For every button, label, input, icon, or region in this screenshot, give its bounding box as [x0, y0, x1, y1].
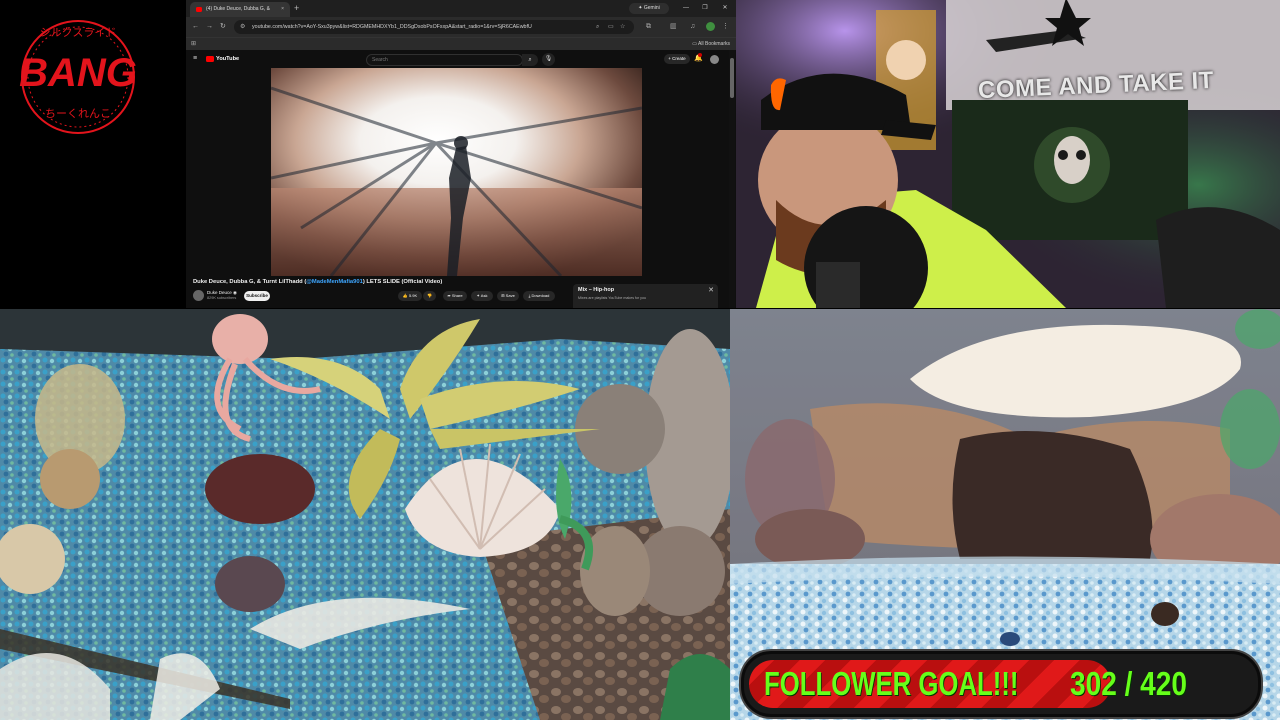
- logo-text: BANG: [19, 51, 137, 95]
- zoom-icon[interactable]: ⌕: [596, 20, 599, 34]
- download-button[interactable]: ⤓ Download: [523, 291, 555, 301]
- mix-title: Mix – Hip-hop: [578, 287, 615, 293]
- logo-ring-bottom: ちーくれんこ: [45, 107, 111, 120]
- logo-panel: シルクスライド BANG ちーくれんこ: [0, 0, 186, 308]
- apps-grid-icon[interactable]: ⊞: [191, 38, 196, 50]
- browser-menu-icon[interactable]: ⋮: [722, 21, 729, 33]
- mix-subtitle: Mixes are playlists YouTube makes for yo…: [578, 296, 646, 300]
- download-label: Download: [531, 293, 550, 298]
- media-icon[interactable]: ♫: [690, 21, 695, 33]
- mix-playlist-panel[interactable]: Mix – Hip-hop Mixes are playlists YouTub…: [573, 284, 718, 308]
- sidebar-icon[interactable]: ▥: [670, 21, 677, 33]
- logo-ring-top: シルクスライド: [40, 26, 117, 39]
- notification-badge: [698, 53, 702, 57]
- webcam-image: [736, 0, 1280, 308]
- youtube-favicon-icon: [196, 7, 202, 12]
- video-player[interactable]: [271, 68, 642, 276]
- search-placeholder: Search: [372, 57, 388, 63]
- like-button[interactable]: 👍 5.9K: [398, 291, 422, 301]
- gemini-label: Gemini: [643, 5, 660, 11]
- youtube-logo-icon[interactable]: [206, 56, 214, 62]
- tab-title: (4) Duke Deuce, Dubba G, &: [206, 6, 270, 12]
- all-bookmarks-label: All Bookmarks: [698, 41, 730, 47]
- browser-window: (4) Duke Deuce, Dubba G, & × + ✦ Gemini …: [186, 0, 736, 308]
- video-title-end: ) LETS SLIDE (Official Video): [362, 279, 443, 285]
- tab-close-icon[interactable]: ×: [281, 2, 284, 17]
- ask-label: Ask: [480, 293, 488, 298]
- close-window-button[interactable]: ✕: [718, 0, 732, 17]
- channel-avatar[interactable]: [193, 290, 204, 301]
- thumbs-down-icon: 👎: [427, 293, 432, 298]
- gemini-button[interactable]: ✦ Gemini: [629, 3, 669, 14]
- close-icon[interactable]: ✕: [708, 286, 714, 294]
- share-label: Share: [451, 293, 463, 298]
- video-title: Duke Deuce, Dubba G, & Turnt LilThadd (@…: [193, 279, 493, 285]
- create-button[interactable]: + Create: [664, 54, 690, 64]
- youtube-account-avatar[interactable]: [710, 55, 719, 64]
- save-label: Save: [505, 293, 515, 298]
- youtube-logo-text[interactable]: YouTube: [216, 50, 239, 68]
- forward-arrow-icon[interactable]: →: [206, 21, 213, 33]
- new-tab-button[interactable]: +: [294, 2, 299, 15]
- video-title-start: Duke Deuce, Dubba G, & Turnt LilThadd (: [193, 279, 307, 285]
- ask-button[interactable]: ✦ Ask: [471, 291, 493, 301]
- aquarium-left-image: [0, 309, 730, 720]
- share-button[interactable]: ➦ Share: [443, 291, 467, 301]
- follower-goal-count: 302 / 420: [1070, 665, 1187, 702]
- webcam-feed: COME AND TAKE IT: [736, 0, 1280, 308]
- address-row: ← → ↻ ⚙ youtube.com/watch?v=AoY-Sxu3pyw&…: [186, 17, 736, 37]
- save-button[interactable]: ⊞ Save: [497, 291, 519, 301]
- bookmark-star-icon[interactable]: ☆: [620, 20, 625, 34]
- site-info-icon[interactable]: ⚙: [240, 20, 245, 34]
- cast-icon[interactable]: ▭: [608, 20, 614, 34]
- subscribe-button[interactable]: Subscribe: [244, 291, 270, 301]
- like-count: 5.9K: [408, 293, 418, 298]
- search-icon[interactable]: ⌕: [522, 54, 538, 66]
- sparkle-icon: ✦: [476, 293, 480, 298]
- hamburger-menu-icon[interactable]: ≡: [193, 50, 197, 68]
- aquarium-camera-left: [0, 309, 730, 720]
- bookmarks-bar: ⊞ ▭ All Bookmarks: [186, 37, 736, 50]
- youtube-header: ≡ YouTube Search ⌕ 🎙 + Create 🔔: [186, 50, 736, 68]
- video-frame-image: [271, 68, 642, 276]
- follower-goal-bar: FOLLOWER GOAL!!! 302 / 420: [741, 651, 1261, 717]
- maximize-button[interactable]: ❐: [698, 0, 712, 17]
- download-icon: ⤓: [528, 293, 531, 298]
- youtube-search-input[interactable]: Search: [366, 54, 523, 66]
- tab-strip: (4) Duke Deuce, Dubba G, & × + ✦ Gemini …: [186, 0, 736, 17]
- url-text[interactable]: youtube.com/watch?v=AoY-Sxu3pyw&list=RDG…: [252, 20, 582, 34]
- channel-mention-link[interactable]: @MadeMenMafia901: [306, 279, 363, 285]
- share-icon: ➦: [447, 293, 451, 298]
- browser-tab[interactable]: (4) Duke Deuce, Dubba G, & ×: [190, 2, 290, 17]
- dislike-button[interactable]: 👎: [423, 291, 436, 301]
- profile-avatar[interactable]: [706, 22, 715, 31]
- channel-subscribers: 829K subscribers: [207, 296, 237, 300]
- all-bookmarks-button[interactable]: ▭ All Bookmarks: [692, 38, 730, 50]
- follower-goal-label: FOLLOWER GOAL!!!: [764, 665, 1019, 702]
- reload-icon[interactable]: ↻: [220, 21, 226, 33]
- extensions-icon[interactable]: ⧉: [646, 21, 651, 33]
- page-scrollbar[interactable]: [729, 50, 735, 308]
- scrollbar-thumb[interactable]: [730, 58, 734, 98]
- back-arrow-icon[interactable]: ←: [192, 21, 199, 33]
- microphone-icon[interactable]: 🎙: [542, 53, 555, 66]
- address-bar[interactable]: ⚙ youtube.com/watch?v=AoY-Sxu3pyw&list=R…: [234, 20, 634, 34]
- thumbs-up-icon: 👍: [402, 293, 408, 298]
- minimize-button[interactable]: —: [679, 0, 693, 17]
- bang-logo: シルクスライド BANG ちーくれんこ: [19, 20, 137, 134]
- save-icon: ⊞: [501, 293, 505, 298]
